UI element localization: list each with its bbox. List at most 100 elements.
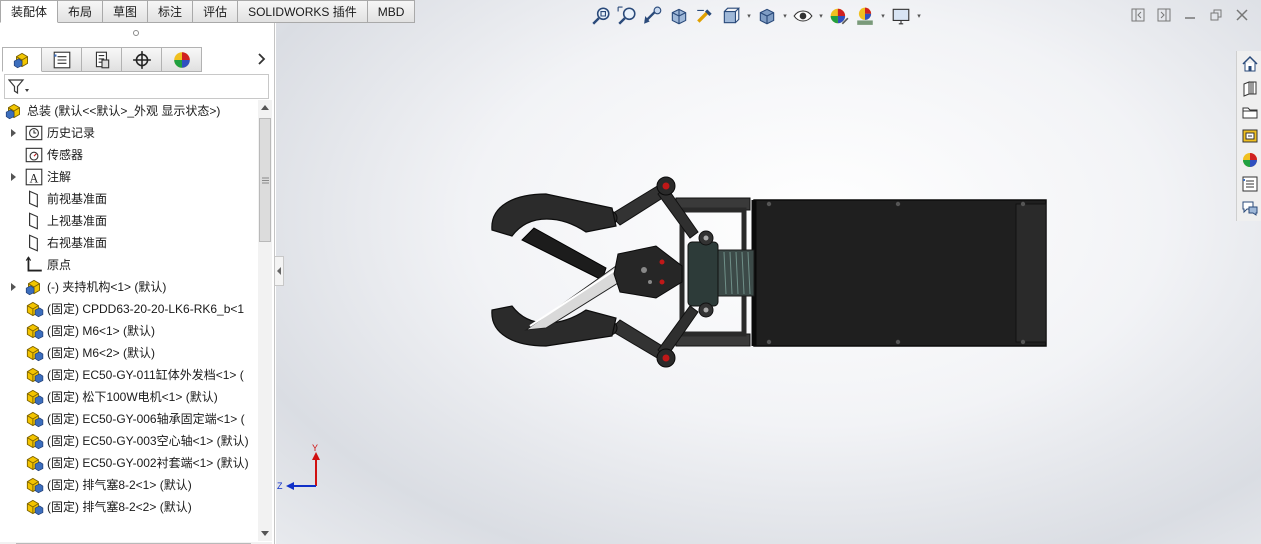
command-tab[interactable]: 评估 xyxy=(193,0,239,23)
scroll-down-arrow-icon[interactable] xyxy=(258,527,272,541)
tile-right-icon xyxy=(1157,8,1171,22)
tree-root-assembly[interactable]: 总装 (默认<<默认>_外观 显示状态>) xyxy=(4,100,220,122)
motor-housing[interactable] xyxy=(753,199,1047,347)
minimize-button[interactable] xyxy=(1181,6,1199,24)
scene-icon xyxy=(857,7,873,25)
gripper-assembly-model[interactable] xyxy=(486,170,1056,380)
tree-expand-arrow[interactable] xyxy=(8,166,18,188)
tree-item[interactable]: (固定) 排气塞8-2<1> (默认) xyxy=(24,474,192,496)
apply-scene-button[interactable] xyxy=(853,4,877,28)
command-tab[interactable]: 布局 xyxy=(58,0,104,23)
dropdown-arrow-icon[interactable]: ▾ xyxy=(915,12,923,20)
tree-vertical-scrollbar[interactable] xyxy=(258,100,272,541)
tree-item[interactable]: 历史记录 xyxy=(24,122,95,144)
propertymanager-tab[interactable] xyxy=(42,47,82,72)
section-view-button[interactable] xyxy=(667,4,691,28)
tile-left-button[interactable] xyxy=(1129,6,1147,24)
view-settings-button[interactable] xyxy=(889,4,913,28)
subassembly-icon xyxy=(25,279,40,296)
tree-item[interactable]: (-) 夹持机构<1> (默认) xyxy=(24,276,166,298)
hide-show-button[interactable] xyxy=(791,4,815,28)
graphics-area[interactable]: ▾ ▾ ▾ ▾ ▾ Y Z xyxy=(276,0,1261,544)
edit-appearance-button[interactable] xyxy=(827,4,851,28)
task-pane xyxy=(1236,51,1261,221)
view-palette-button[interactable] xyxy=(1239,125,1260,146)
dropdown-arrow-icon[interactable]: ▾ xyxy=(817,12,825,20)
panel-tabs-next-button[interactable] xyxy=(255,51,269,67)
tree-item-label: 上视基准面 xyxy=(47,214,108,228)
featuremanager-tab[interactable] xyxy=(2,47,42,72)
dimxpert-tab[interactable] xyxy=(122,47,162,72)
command-tab[interactable]: 草图 xyxy=(103,0,149,23)
tree-item[interactable]: (固定) 排气塞8-2<2> (默认) xyxy=(24,496,192,518)
command-tab[interactable]: 装配体 xyxy=(0,0,59,23)
tree-item[interactable]: 上视基准面 xyxy=(24,210,107,232)
command-tab[interactable]: MBD xyxy=(367,0,416,23)
panel-collapse-handle[interactable] xyxy=(275,256,284,286)
chevron-left-icon xyxy=(276,267,281,275)
tree-item[interactable]: 前视基准面 xyxy=(24,188,107,210)
dynamic-annotation-button[interactable] xyxy=(693,4,717,28)
part-icon xyxy=(26,455,44,472)
configuration-tab[interactable] xyxy=(82,47,122,72)
view-orientation-button[interactable] xyxy=(719,4,743,28)
tree-item[interactable]: 传感器 xyxy=(24,144,83,166)
dropdown-arrow-icon[interactable]: ▾ xyxy=(879,12,887,20)
tree-item[interactable]: (固定) EC50-GY-002衬套端<1> (默认) xyxy=(24,452,249,474)
solidworks-resources-button[interactable] xyxy=(1239,53,1260,74)
scroll-up-arrow-icon[interactable] xyxy=(258,100,272,114)
custom-properties-button[interactable] xyxy=(1239,173,1260,194)
display-manager-tab[interactable] xyxy=(162,47,202,72)
feature-manager-panel: 总装 (默认<<默认>_外观 显示状态>) 历史记录传感器 A 注解 前视基准面上视基准… xyxy=(0,23,275,544)
design-library-button[interactable] xyxy=(1239,77,1260,98)
file-explorer-button[interactable] xyxy=(1239,101,1260,122)
display-style-icon xyxy=(759,8,775,25)
color-ball-icon xyxy=(173,51,190,68)
tree-item[interactable]: (固定) CPDD63-20-20-LK6-RK6_b<1 xyxy=(24,298,244,320)
tile-right-button[interactable] xyxy=(1155,6,1173,24)
tree-item[interactable]: (固定) EC50-GY-011缸体外发档<1> ( xyxy=(24,364,244,386)
tree-item[interactable]: 右视基准面 xyxy=(24,232,107,254)
dropdown-arrow-icon[interactable]: ▾ xyxy=(745,12,753,20)
part-icon xyxy=(26,411,44,428)
panel-grip[interactable] xyxy=(133,30,139,36)
tree-item[interactable]: (固定) EC50-GY-006轴承固定端<1> ( xyxy=(24,408,245,430)
previous-view-button[interactable] xyxy=(641,4,665,28)
tree-item[interactable]: (固定) M6<1> (默认) xyxy=(24,320,155,342)
zoom-to-area-button[interactable] xyxy=(615,4,639,28)
display-style-button[interactable] xyxy=(755,4,779,28)
feature-filter-box[interactable] xyxy=(4,74,269,99)
solidworks-forum-button[interactable] xyxy=(1239,197,1260,218)
dropdown-arrow-icon[interactable]: ▾ xyxy=(781,12,789,20)
view-orientation-icon xyxy=(723,7,741,24)
forum-icon xyxy=(1242,201,1257,216)
eye-icon xyxy=(793,10,813,22)
annotation-icon: A xyxy=(25,168,43,186)
upper-jaw[interactable] xyxy=(491,193,617,237)
tree-expand-arrow[interactable] xyxy=(8,276,18,298)
command-tab[interactable]: 标注 xyxy=(148,0,194,23)
tree-item-label: (固定) EC50-GY-011缸体外发档<1> ( xyxy=(47,368,244,382)
tree-item[interactable]: A 注解 xyxy=(24,166,71,188)
zoom-to-fit-button[interactable] xyxy=(589,4,613,28)
tree-item-label: (固定) EC50-GY-002衬套端<1> (默认) xyxy=(47,456,249,470)
library-icon xyxy=(1243,80,1256,97)
origin-icon xyxy=(25,256,42,272)
triad-z-label: Z xyxy=(277,481,283,491)
command-tab[interactable]: SOLIDWORKS 插件 xyxy=(238,0,368,23)
filter-icon[interactable] xyxy=(8,78,30,96)
part-icon xyxy=(26,499,44,516)
tree-item[interactable]: (固定) EC50-GY-003空心轴<1> (默认) xyxy=(24,430,249,452)
restore-button[interactable] xyxy=(1207,6,1225,24)
appearances-scenes-button[interactable] xyxy=(1239,149,1260,170)
tree-item[interactable]: 原点 xyxy=(24,254,71,276)
tree-item[interactable]: (固定) M6<2> (默认) xyxy=(24,342,155,364)
close-icon xyxy=(1236,9,1248,21)
tree-item-label: 原点 xyxy=(47,258,72,272)
vertical-scroll-thumb[interactable] xyxy=(259,118,271,242)
tree-expand-arrow[interactable] xyxy=(8,122,18,144)
assembly-icon xyxy=(13,52,28,68)
tree-item[interactable]: (固定) 松下100W电机<1> (默认) xyxy=(24,386,218,408)
tree-item-label: 传感器 xyxy=(47,148,84,162)
close-button[interactable] xyxy=(1233,6,1251,24)
